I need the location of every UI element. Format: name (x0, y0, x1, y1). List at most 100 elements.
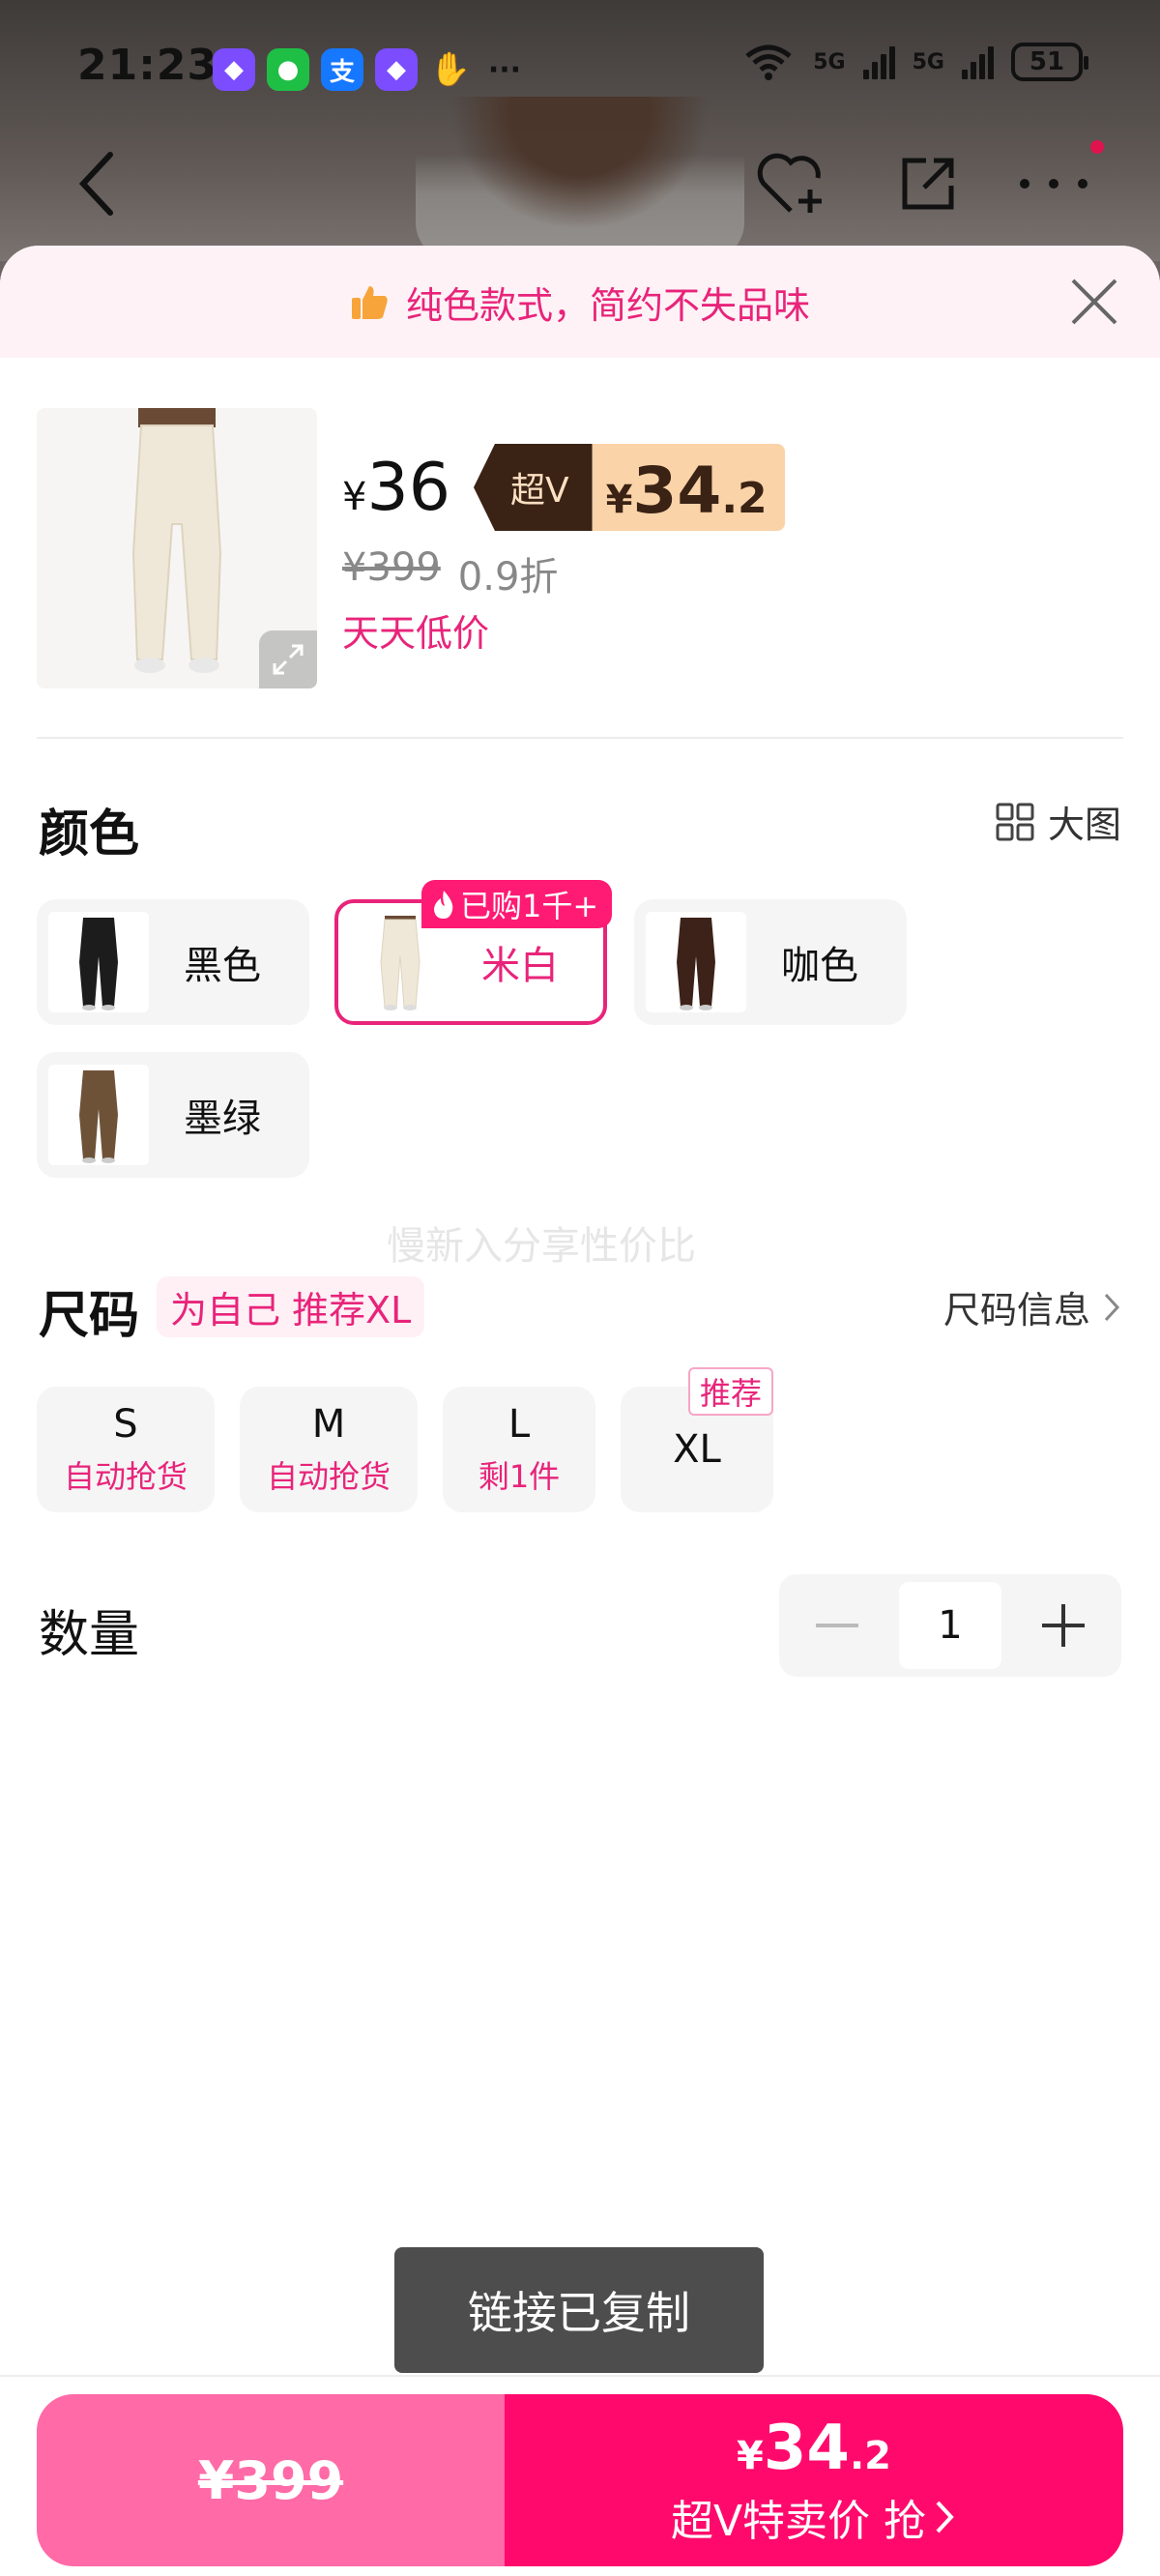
size-option-xl[interactable]: 推荐 XL (621, 1367, 773, 1512)
size-section-title: 尺码 (39, 1287, 140, 1345)
grid-icon (996, 803, 1034, 840)
super-v-button-text: 超V特卖价 抢 (670, 2497, 927, 2546)
original-price-label: ¥399 (197, 2449, 344, 2511)
color-option-brown[interactable]: 咖色 (634, 899, 907, 1025)
size-name: S (113, 1402, 138, 1447)
product-thumbnail[interactable] (37, 408, 317, 688)
back-button[interactable] (58, 145, 135, 222)
share-button[interactable] (889, 145, 967, 222)
current-price: ¥36 (342, 450, 450, 526)
color-swatch-image (646, 912, 746, 1012)
network-label-2: 5G (912, 49, 944, 74)
buy-original-price-button[interactable]: ¥399 (37, 2394, 505, 2566)
hand-icon: ✋ (429, 50, 472, 89)
fire-icon (434, 891, 453, 919)
back-arrow-icon (78, 152, 113, 216)
recommended-badge: 推荐 (687, 1367, 773, 1416)
minus-icon (816, 1624, 858, 1627)
signal-icon (862, 44, 895, 79)
quantity-input[interactable]: 1 (899, 1582, 1001, 1669)
super-v-price: ¥34.2 (592, 444, 785, 531)
super-v-label: 超V (473, 444, 593, 531)
sku-sheet: 纯色款式，简约不失品味 ¥36 超V ¥34.2 ¥399 0.9折 天天低价 … (0, 246, 1160, 2576)
pants-beige-image (380, 916, 420, 1010)
buy-super-v-button[interactable]: ¥34.2 超V特卖价 抢 (505, 2394, 1123, 2566)
more-notifications-icon: ··· (487, 52, 522, 87)
color-option-beige[interactable]: 已购1千+ 米白 (334, 880, 613, 1025)
super-v-button-price: ¥34.2 (737, 2413, 891, 2484)
daily-low-label: 天天低价 (342, 612, 490, 655)
quantity-increase-button[interactable] (1005, 1574, 1121, 1677)
chevron-right-icon (936, 2501, 954, 2533)
quantity-stepper: 1 (779, 1574, 1121, 1677)
battery-indicator: 51 (1011, 43, 1088, 81)
favorite-button[interactable] (754, 145, 831, 222)
purchased-badge-text: 已购1千+ (460, 888, 599, 924)
color-section-title: 颜色 (39, 805, 140, 864)
thumbs-up-icon (351, 286, 388, 319)
size-option-s[interactable]: S 自动抢货 (37, 1387, 215, 1512)
color-label: 墨绿 (184, 1097, 261, 1141)
status-bar: 21:23 ◆ ● 支 ◆ ✋ ··· 5G 5G 51 (0, 0, 1160, 116)
status-right: 5G 5G 51 (741, 43, 1088, 81)
color-swatch-image (48, 1065, 149, 1165)
watermark-text: 慢新入分享性价比 (387, 1224, 696, 1269)
big-image-link[interactable]: 大图 (996, 795, 1121, 848)
plus-icon (1042, 1604, 1085, 1647)
color-label: 米白 (481, 944, 559, 988)
expand-icon (273, 644, 304, 675)
size-name: XL (673, 1427, 721, 1472)
more-button[interactable] (1015, 145, 1092, 222)
size-status: 剩1件 (478, 1458, 561, 1495)
original-price: ¥399 (342, 545, 441, 590)
size-status: 自动抢货 (63, 1458, 188, 1495)
pants-olive-image (79, 1070, 118, 1163)
chevron-right-icon (1104, 1293, 1120, 1321)
share-icon (902, 158, 954, 210)
super-v-price-int: 34 (632, 454, 722, 528)
status-time: 21:23 (77, 41, 218, 90)
more-icon (1020, 179, 1088, 189)
size-status: 自动抢货 (266, 1458, 391, 1495)
wifi-icon (745, 44, 792, 80)
close-button[interactable] (1067, 275, 1121, 329)
size-info-link[interactable]: 尺码信息 (943, 1280, 1121, 1333)
color-option-dark-green[interactable]: 墨绿 (37, 1052, 309, 1178)
color-label: 黑色 (184, 944, 261, 988)
network-label-1: 5G (813, 49, 846, 74)
price-dec: .2 (849, 2434, 891, 2478)
currency-symbol: ¥ (737, 2434, 764, 2478)
pants-black-image (79, 918, 118, 1010)
price-int: 34 (763, 2413, 850, 2484)
toast-message: 链接已复制 (394, 2247, 764, 2373)
top-nav (0, 126, 1160, 242)
super-v-price-dec: .2 (721, 474, 768, 523)
wechat-icon: ● (267, 48, 309, 91)
divider (37, 737, 1123, 739)
size-option-l[interactable]: L 剩1件 (443, 1387, 595, 1512)
size-info-label: 尺码信息 (942, 1289, 1090, 1332)
app-notification-icon: ◆ (375, 48, 418, 91)
size-option-m[interactable]: M 自动抢货 (240, 1387, 418, 1512)
purchased-badge: 已购1千+ (421, 880, 613, 928)
bottom-action-bar: ¥399 ¥34.2 超V特卖价 抢 (0, 2375, 1160, 2576)
promo-text: 纯色款式，简约不失品味 (405, 283, 810, 327)
color-option-black[interactable]: 黑色 (37, 899, 309, 1025)
alipay-icon: 支 (321, 48, 363, 91)
price-row: ¥36 超V ¥34.2 (342, 444, 785, 531)
notification-dot (1090, 140, 1104, 154)
expand-image-button[interactable] (259, 630, 317, 688)
big-image-label: 大图 (1047, 804, 1121, 846)
quantity-decrease-button[interactable] (779, 1574, 895, 1677)
currency-symbol: ¥ (342, 474, 367, 519)
super-v-price-tag: 超V ¥34.2 (473, 444, 785, 531)
size-name: M (311, 1402, 346, 1447)
color-swatch-image (48, 912, 149, 1012)
quantity-title: 数量 (39, 1606, 140, 1664)
promo-bar: 纯色款式，简约不失品味 (0, 246, 1160, 358)
color-label: 咖色 (781, 944, 858, 988)
original-price-row: ¥399 0.9折 (342, 545, 558, 601)
pants-brown-image (677, 918, 715, 1010)
app-notification-icon: ◆ (213, 48, 255, 91)
size-name: L (508, 1402, 531, 1447)
